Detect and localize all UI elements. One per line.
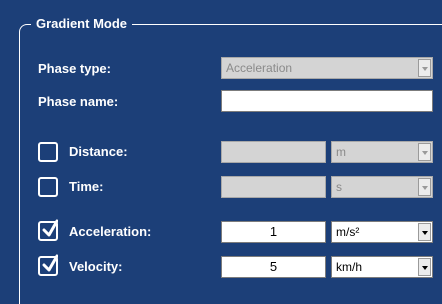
time-input[interactable] (221, 176, 326, 198)
phase-type-value: Acceleration (226, 61, 293, 75)
chevron-down-icon (418, 223, 431, 241)
velocity-unit-value: km/h (336, 260, 363, 274)
checkmark-icon (42, 254, 58, 272)
chevron-down-icon (418, 143, 431, 161)
distance-label: Distance: (69, 144, 128, 159)
chevron-down-icon (418, 59, 431, 77)
time-unit-select[interactable]: s (331, 176, 433, 198)
acceleration-unit-value: m/s² (336, 225, 360, 239)
velocity-input[interactable]: 5 (221, 256, 326, 278)
distance-input[interactable] (221, 141, 326, 163)
chevron-down-icon (418, 178, 431, 196)
distance-unit-value: m (336, 145, 346, 159)
group-title: Gradient Mode (31, 15, 133, 33)
phase-type-select[interactable]: Acceleration (221, 57, 433, 79)
acceleration-checkbox[interactable] (38, 219, 58, 241)
velocity-label: Velocity: (69, 259, 123, 274)
acceleration-label: Acceleration: (69, 224, 152, 239)
distance-checkbox[interactable] (38, 142, 58, 162)
velocity-unit-select[interactable]: km/h (331, 256, 433, 278)
checkmark-icon (42, 219, 58, 237)
phase-name-label: Phase name: (38, 94, 119, 109)
acceleration-unit-select[interactable]: m/s² (331, 221, 433, 243)
velocity-checkbox[interactable] (38, 254, 58, 276)
time-checkbox[interactable] (38, 177, 58, 197)
time-unit-value: s (336, 180, 342, 194)
chevron-down-icon (418, 258, 431, 276)
phase-type-label: Phase type: (38, 61, 111, 76)
time-label: Time: (69, 179, 104, 194)
phase-name-input[interactable] (221, 90, 433, 112)
distance-unit-select[interactable]: m (331, 141, 433, 163)
acceleration-input[interactable]: 1 (221, 221, 326, 243)
gradient-mode-panel: Gradient Mode Phase type: Acceleration P… (0, 0, 442, 304)
